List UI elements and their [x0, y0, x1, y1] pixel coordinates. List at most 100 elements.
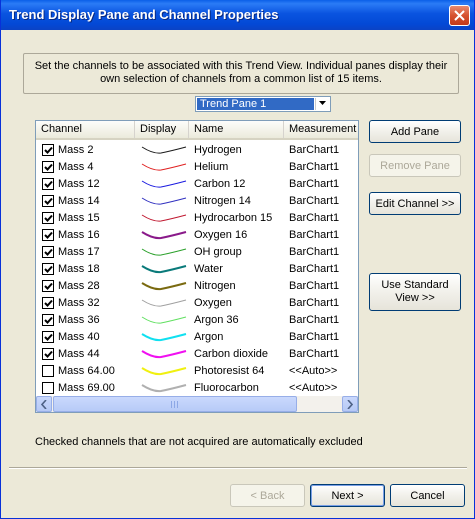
table-row[interactable]: Mass 2 Hydrogen BarChart1	[36, 142, 358, 158]
name-cell: Nitrogen	[194, 280, 236, 292]
checkmark-icon	[44, 214, 53, 222]
table-row[interactable]: Mass 4 Helium BarChart1	[36, 159, 358, 175]
display-line-swatch	[141, 333, 187, 342]
channel-cell: Mass 28	[58, 280, 100, 292]
measurement-cell: BarChart1	[289, 212, 340, 224]
table-row[interactable]: Mass 64.00 Photoresist 64 <<Auto>>	[36, 363, 358, 379]
channel-checkbox[interactable]	[42, 229, 54, 241]
channel-checkbox[interactable]	[42, 280, 54, 292]
name-cell: Hydrogen	[194, 144, 242, 156]
horizontal-scrollbar[interactable]	[36, 396, 358, 412]
measurement-cell: BarChart1	[289, 144, 340, 156]
name-cell: Nitrogen 14	[194, 195, 251, 207]
channel-cell: Mass 16	[58, 229, 100, 241]
channel-checkbox[interactable]	[42, 348, 54, 360]
name-cell: Helium	[194, 161, 229, 173]
grip-icon	[171, 401, 181, 408]
table-row[interactable]: Mass 44 Carbon dioxide BarChart1	[36, 346, 358, 362]
use-standard-view-label-line1: Use Standard	[381, 279, 449, 291]
measurement-cell: BarChart1	[289, 280, 340, 292]
next-button[interactable]: Next >	[310, 484, 385, 507]
display-line-swatch	[141, 282, 187, 291]
table-row[interactable]: Mass 12 Carbon 12 BarChart1	[36, 176, 358, 192]
display-line-swatch	[141, 197, 187, 205]
channel-cell: Mass 44	[58, 348, 100, 360]
measurement-cell: BarChart1	[289, 297, 340, 309]
table-row[interactable]: Mass 16 Oxygen 16 BarChart1	[36, 227, 358, 243]
dialog-window: Trend Display Pane and Channel Propertie…	[0, 0, 475, 519]
table-row[interactable]: Mass 18 Water BarChart1	[36, 261, 358, 277]
edit-channel-button[interactable]: Edit Channel >>	[369, 192, 461, 215]
channel-checkbox[interactable]	[42, 178, 54, 190]
scroll-right-button[interactable]	[342, 396, 358, 412]
display-line-swatch	[141, 231, 187, 240]
table-row[interactable]: Mass 36 Argon 36 BarChart1	[36, 312, 358, 328]
column-header-display[interactable]: Display	[135, 121, 189, 138]
name-cell: Carbon 12	[194, 178, 246, 190]
exclusion-note: Checked channels that are not acquired a…	[35, 436, 363, 448]
checkmark-icon	[44, 350, 53, 358]
channel-checkbox[interactable]	[42, 365, 54, 377]
display-line-swatch	[141, 146, 187, 154]
back-button[interactable]: < Back	[230, 484, 305, 507]
close-button[interactable]	[449, 5, 470, 26]
table-row[interactable]: Mass 15 Hydrocarbon 15 BarChart1	[36, 210, 358, 226]
close-icon	[454, 10, 465, 21]
channel-checkbox[interactable]	[42, 382, 54, 394]
channel-list[interactable]: Channel Display Name Measurement Mass 2 H…	[35, 120, 359, 413]
channel-cell: Mass 14	[58, 195, 100, 207]
pane-select-dropdown-button[interactable]	[315, 98, 329, 110]
measurement-cell: BarChart1	[289, 348, 340, 360]
checkmark-icon	[44, 333, 53, 341]
name-cell: Oxygen	[194, 297, 232, 309]
pane-select[interactable]: Trend Pane 1	[195, 96, 331, 112]
use-standard-view-button[interactable]: Use Standard View >>	[369, 273, 461, 311]
channel-cell: Mass 40	[58, 331, 100, 343]
table-row[interactable]: Mass 14 Nitrogen 14 BarChart1	[36, 193, 358, 209]
name-cell: Argon	[194, 331, 224, 343]
measurement-cell: BarChart1	[289, 178, 340, 190]
channel-checkbox[interactable]	[42, 314, 54, 326]
table-row[interactable]: Mass 28 Nitrogen BarChart1	[36, 278, 358, 294]
table-row[interactable]: Mass 17 OH group BarChart1	[36, 244, 358, 260]
channel-checkbox[interactable]	[42, 195, 54, 207]
add-pane-button[interactable]: Add Pane	[369, 120, 461, 143]
name-cell: Carbon dioxide	[194, 348, 268, 360]
checkmark-icon	[44, 146, 53, 154]
scroll-thumb[interactable]	[53, 396, 297, 412]
checkmark-icon	[44, 282, 53, 290]
table-row[interactable]: Mass 32 Oxygen BarChart1	[36, 295, 358, 311]
channel-cell: Mass 12	[58, 178, 100, 190]
channel-checkbox[interactable]	[42, 331, 54, 343]
display-line-swatch	[141, 248, 187, 256]
measurement-cell: BarChart1	[289, 229, 340, 241]
chevron-down-icon	[319, 101, 326, 105]
table-row[interactable]: Mass 69.00 Fluorocarbon <<Auto>>	[36, 380, 358, 396]
scroll-left-button[interactable]	[36, 396, 52, 412]
channel-checkbox[interactable]	[42, 212, 54, 224]
checkmark-icon	[44, 265, 53, 273]
pane-select-value: Trend Pane 1	[197, 98, 314, 110]
column-header-channel[interactable]: Channel	[36, 121, 135, 138]
column-header-measurement[interactable]: Measurement	[284, 121, 358, 138]
checkmark-icon	[44, 248, 53, 256]
channel-checkbox[interactable]	[42, 144, 54, 156]
remove-pane-button[interactable]: Remove Pane	[369, 154, 461, 177]
cancel-button[interactable]: Cancel	[390, 484, 465, 507]
channel-checkbox[interactable]	[42, 263, 54, 275]
display-line-swatch	[141, 180, 187, 188]
channel-checkbox[interactable]	[42, 161, 54, 173]
display-line-swatch	[141, 163, 187, 171]
column-header-name[interactable]: Name	[189, 121, 284, 138]
checkmark-icon	[44, 299, 53, 307]
checkmark-icon	[44, 231, 53, 239]
channel-cell: Mass 2	[58, 144, 94, 156]
measurement-cell: BarChart1	[289, 161, 340, 173]
name-cell: Photoresist 64	[194, 365, 265, 377]
channel-checkbox[interactable]	[42, 246, 54, 258]
measurement-cell: BarChart1	[289, 331, 340, 343]
channel-checkbox[interactable]	[42, 297, 54, 309]
name-cell: Fluorocarbon	[194, 382, 259, 394]
title-bar[interactable]: Trend Display Pane and Channel Propertie…	[1, 0, 474, 30]
table-row[interactable]: Mass 40 Argon BarChart1	[36, 329, 358, 345]
